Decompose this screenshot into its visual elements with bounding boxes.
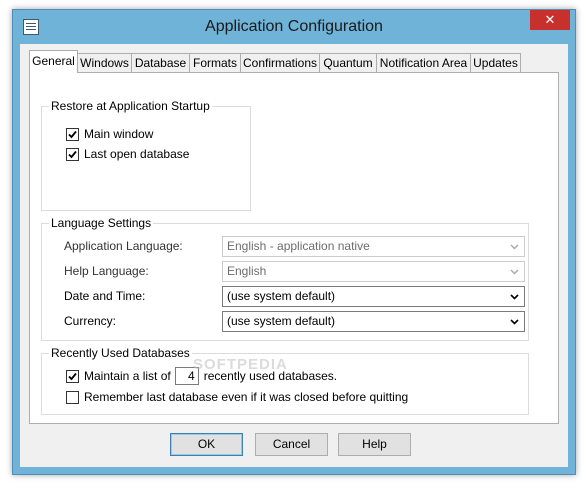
- recent-group-title: Recently Used Databases: [49, 346, 192, 360]
- app-language-label: Application Language:: [64, 239, 183, 253]
- tab-windows[interactable]: Windows: [77, 53, 132, 72]
- chevron-down-icon: [510, 244, 519, 250]
- checkmark-icon: [68, 372, 77, 380]
- chevron-down-icon: [510, 319, 519, 325]
- remember-last-db-option[interactable]: Remember last database even if it was cl…: [66, 390, 408, 404]
- restore-group: Restore at Application Startup Main wind…: [41, 99, 251, 211]
- help-language-select[interactable]: English: [222, 261, 525, 282]
- maintain-list-prefix: Maintain a list of: [84, 369, 171, 383]
- restore-group-title: Restore at Application Startup: [49, 99, 212, 113]
- main-window-label: Main window: [84, 127, 154, 141]
- checkmark-icon: [68, 130, 77, 138]
- help-button[interactable]: Help: [338, 433, 411, 456]
- date-time-label: Date and Time:: [64, 289, 146, 303]
- watermark: SOFTPEDIA: [193, 356, 288, 373]
- close-button[interactable]: ✕: [530, 10, 570, 30]
- ok-button[interactable]: OK: [170, 433, 243, 456]
- currency-label: Currency:: [64, 314, 117, 328]
- checkmark-icon: [68, 150, 77, 158]
- tab-general[interactable]: General: [29, 50, 78, 73]
- app-language-select[interactable]: English - application native: [222, 236, 525, 257]
- main-window-option[interactable]: Main window: [66, 127, 153, 141]
- tab-confirmations[interactable]: Confirmations: [240, 53, 320, 72]
- date-time-select[interactable]: (use system default): [222, 286, 525, 307]
- dialog-body: General Windows Database Formats Confirm…: [20, 44, 568, 467]
- maintain-list-checkbox[interactable]: [66, 369, 79, 383]
- tab-quantum[interactable]: Quantum: [319, 53, 377, 72]
- last-open-db-label: Last open database: [84, 147, 190, 161]
- chevron-down-icon: [510, 269, 519, 275]
- window-title: Application Configuration: [205, 18, 383, 35]
- tab-updates[interactable]: Updates: [470, 53, 521, 72]
- last-open-db-option[interactable]: Last open database: [66, 147, 189, 161]
- currency-select[interactable]: (use system default): [222, 311, 525, 332]
- last-open-db-checkbox[interactable]: [66, 147, 79, 161]
- tab-formats[interactable]: Formats: [189, 53, 241, 72]
- remember-last-db-checkbox[interactable]: [66, 390, 79, 404]
- remember-last-db-label: Remember last database even if it was cl…: [84, 390, 409, 404]
- title-bar[interactable]: Application Configuration ✕: [13, 10, 575, 44]
- close-icon: ✕: [544, 12, 556, 27]
- help-language-label: Help Language:: [64, 264, 149, 278]
- language-group-title: Language Settings: [49, 216, 154, 230]
- language-group: Language Settings Application Language: …: [41, 216, 529, 341]
- tab-database[interactable]: Database: [131, 53, 190, 72]
- main-window-checkbox[interactable]: [66, 127, 79, 141]
- tab-notification-area[interactable]: Notification Area: [376, 53, 471, 72]
- app-config-window: Application Configuration ✕ General Wind…: [12, 9, 576, 475]
- cancel-button[interactable]: Cancel: [255, 433, 328, 456]
- general-tab-panel: Restore at Application Startup Main wind…: [29, 72, 559, 424]
- chevron-down-icon: [510, 294, 519, 300]
